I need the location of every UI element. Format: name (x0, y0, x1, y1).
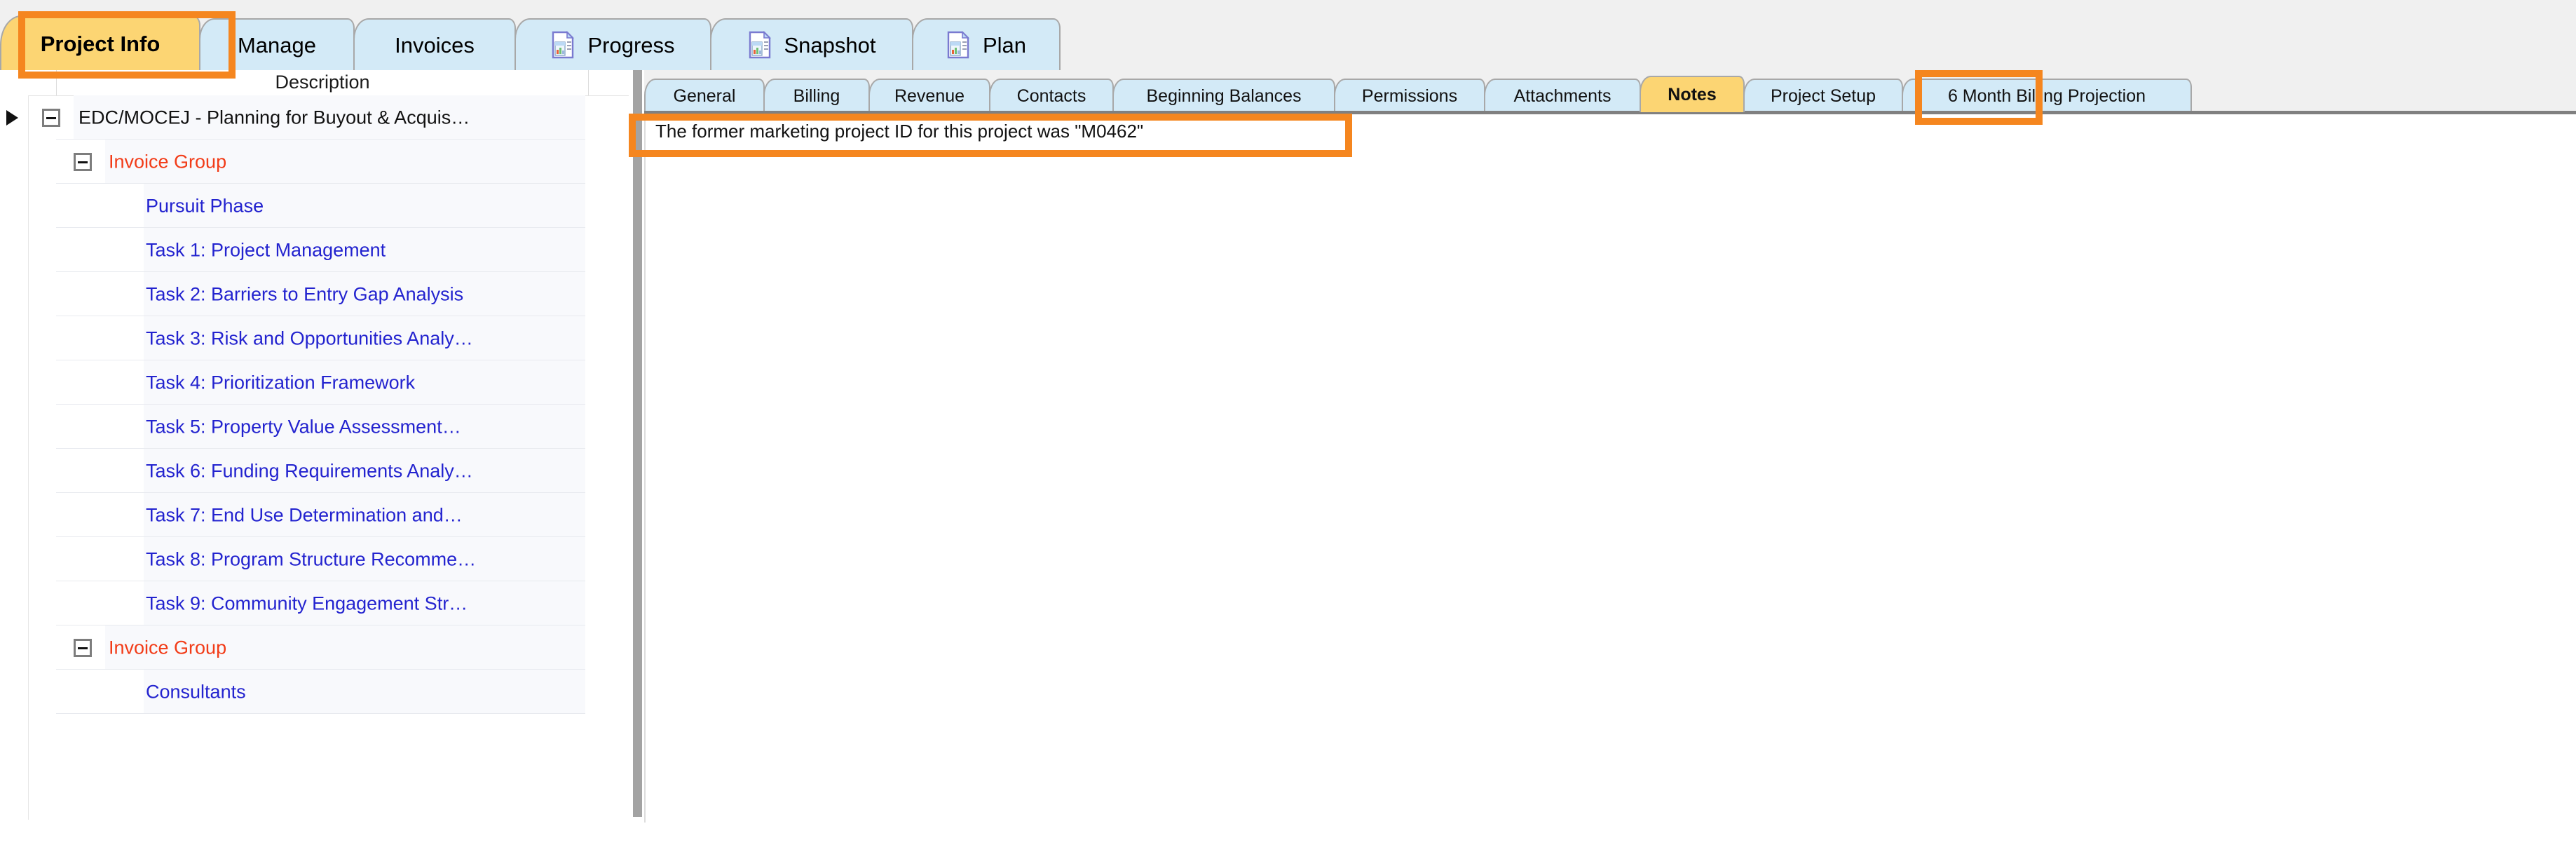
sub-tab-label: Notes (1668, 84, 1717, 104)
project-tree-panel: Description EDC/MOCEJ - Planning for Buy… (0, 70, 629, 820)
tree-row-label[interactable]: Task 6: Funding Requirements Analy… (146, 461, 473, 480)
main-tab-invoices[interactable]: Invoices (353, 18, 516, 70)
tree-row[interactable]: Task 2: Barriers to Entry Gap Analysis (0, 272, 629, 316)
tree-row-label[interactable]: Invoice Group (109, 152, 226, 171)
tree-row-label[interactable]: Task 9: Community Engagement Str… (146, 594, 468, 613)
sub-tab-project-setup[interactable]: Project Setup (1743, 79, 1903, 112)
tree-row[interactable]: EDC/MOCEJ - Planning for Buyout & Acquis… (0, 95, 629, 140)
tree-row[interactable]: Task 3: Risk and Opportunities Analy… (0, 316, 629, 360)
main-tab-manage[interactable]: Manage (199, 18, 355, 70)
tree-row[interactable]: Task 4: Prioritization Framework (0, 360, 629, 405)
main-tab-row: Project Info Manage Invoices Progress Snapsh… (0, 15, 1061, 70)
notes-text-content[interactable]: The former marketing project ID for this… (655, 120, 1143, 143)
tree-row-label[interactable]: Task 1: Project Management (146, 241, 386, 259)
main-tab-label: Progress (587, 32, 675, 57)
sub-tab-label: Beginning Balances (1146, 86, 1302, 106)
tree-row-label[interactable]: Consultants (146, 682, 246, 701)
tree-row[interactable]: Task 6: Funding Requirements Analy… (0, 449, 629, 493)
main-tab-project-info[interactable]: Project Info (0, 15, 200, 70)
sub-tab-6-month-billing-projection[interactable]: 6 Month Billing Projection (1902, 79, 2192, 112)
main-tab-label: Snapshot (784, 32, 876, 57)
sub-tab-label: Revenue (894, 86, 965, 106)
tree-row-label[interactable]: Task 7: End Use Determination and… (146, 506, 463, 525)
report-document-icon (748, 31, 772, 59)
tree-row-label[interactable]: Task 4: Prioritization Framework (146, 373, 415, 392)
tree-row[interactable]: Task 9: Community Engagement Str… (0, 581, 629, 625)
sub-tab-general[interactable]: General (644, 79, 765, 112)
tree-row[interactable]: Pursuit Phase (0, 184, 629, 228)
tree-row-label[interactable]: Task 2: Barriers to Entry Gap Analysis (146, 285, 463, 304)
sub-tab-label: Permissions (1361, 86, 1458, 106)
sub-tab-label: General (673, 86, 736, 106)
sub-tab-row: General Billing Revenue Contacts Beginning B… (644, 76, 2192, 112)
tree-row[interactable]: Task 7: End Use Determination and… (0, 493, 629, 537)
report-document-icon (551, 31, 575, 59)
tree-row-label[interactable]: Task 5: Property Value Assessment… (146, 417, 461, 436)
main-tab-strip: Project Info Manage Invoices Progress Snapsh… (0, 0, 2576, 70)
tree-row-label[interactable]: Invoice Group (109, 638, 226, 657)
tree-row[interactable]: Task 8: Program Structure Recomme… (0, 537, 629, 581)
tree-row[interactable]: Invoice Group (0, 625, 629, 670)
sub-tab-attachments[interactable]: Attachments (1484, 79, 1641, 112)
main-tab-snapshot[interactable]: Snapshot (710, 18, 913, 70)
sub-tab-notes[interactable]: Notes (1640, 76, 1745, 112)
tree-row[interactable]: Task 1: Project Management (0, 228, 629, 272)
tree-row[interactable]: Task 5: Property Value Assessment… (0, 405, 629, 449)
main-tab-plan[interactable]: Plan (912, 18, 1061, 70)
main-tab-progress[interactable]: Progress (514, 18, 711, 70)
notes-editor[interactable]: The former marketing project ID for this… (644, 114, 2576, 823)
detail-pane: General Billing Revenue Contacts Beginning B… (644, 70, 2576, 866)
body-area: Description EDC/MOCEJ - Planning for Buy… (0, 70, 2576, 866)
tree-collapse-minus-icon[interactable] (74, 638, 92, 657)
tree-row[interactable]: Consultants (0, 670, 629, 714)
sub-tab-strip: General Billing Revenue Contacts Beginning B… (644, 70, 2576, 112)
sub-tab-label: Billing (793, 86, 840, 106)
tree-column-header: Description (0, 70, 629, 96)
sub-tab-contacts[interactable]: Contacts (989, 79, 1114, 112)
sub-tab-label: Project Setup (1770, 86, 1876, 106)
sub-tab-revenue[interactable]: Revenue (868, 79, 990, 112)
sub-tab-permissions[interactable]: Permissions (1334, 79, 1485, 112)
tree-collapse-minus-icon[interactable] (74, 152, 92, 171)
tree-row-label[interactable]: Task 3: Risk and Opportunities Analy… (146, 329, 473, 348)
main-tab-label: Manage (237, 32, 317, 57)
main-tab-label: Project Info (40, 31, 161, 56)
application-window: Project Info Manage Invoices Progress Snapsh… (0, 0, 2576, 866)
tree-row-label[interactable]: Pursuit Phase (146, 196, 264, 215)
panel-splitter[interactable] (630, 70, 644, 817)
tree-row-label[interactable]: Task 8: Program Structure Recomme… (146, 550, 476, 569)
tree-collapse-minus-icon[interactable] (42, 108, 60, 127)
column-header-description[interactable]: Description (56, 70, 589, 95)
sub-tab-label: Contacts (1016, 86, 1086, 106)
tree-row[interactable]: Invoice Group (0, 140, 629, 184)
sub-tab-label: 6 Month Billing Projection (1947, 86, 2146, 106)
main-tab-label: Plan (982, 32, 1027, 57)
tree-row-label[interactable]: EDC/MOCEJ - Planning for Buyout & Acquis… (79, 108, 470, 127)
tree-row-list: EDC/MOCEJ - Planning for Buyout & Acquis… (0, 95, 629, 714)
report-document-icon (946, 31, 970, 59)
splitter-bar[interactable] (633, 70, 642, 817)
main-tab-label: Invoices (395, 32, 475, 57)
sub-tab-beginning-balances[interactable]: Beginning Balances (1112, 79, 1335, 112)
sub-tab-label: Attachments (1513, 86, 1611, 106)
tree-row-divider (56, 713, 585, 714)
sub-tab-billing[interactable]: Billing (763, 79, 870, 112)
row-selector-arrow-icon[interactable] (6, 109, 18, 126)
